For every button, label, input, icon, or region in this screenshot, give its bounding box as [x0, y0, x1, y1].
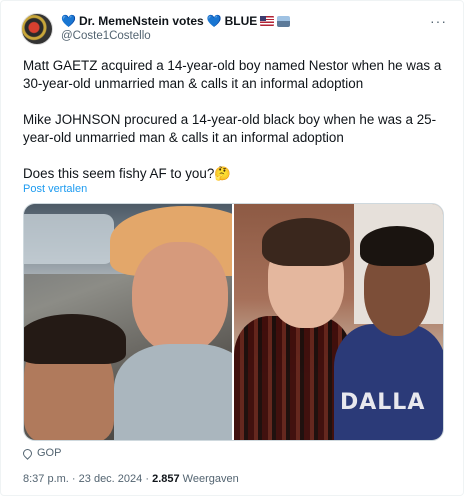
location-tag[interactable]: GOP	[21, 446, 61, 460]
location-pin-icon	[21, 446, 34, 460]
man-hair-shape	[262, 218, 350, 266]
post-media[interactable]: DALLA	[23, 203, 444, 441]
translate-post-link[interactable]: Post vertalen	[23, 183, 87, 195]
blue-heart-icon: 💙	[206, 14, 222, 28]
man-face-shape	[132, 242, 228, 354]
us-flag-icon	[260, 16, 275, 26]
post-header: 💙 Dr. MemeNstein votes 💙 BLUE @Coste1Cos…	[21, 13, 449, 47]
post-date[interactable]: 23 dec. 2024	[79, 473, 143, 485]
jersey-shape	[334, 324, 443, 440]
post-meta: 8:37 p.m. · 23 dec. 2024 · 2.857 Weergav…	[23, 473, 239, 485]
jersey-lettering: DALLA	[340, 390, 426, 415]
shirt-shape	[114, 344, 232, 440]
author-handle[interactable]: @Coste1Costello	[61, 30, 151, 42]
car-window-shape	[24, 214, 114, 264]
author-name-row[interactable]: 💙 Dr. MemeNstein votes 💙 BLUE	[61, 14, 291, 28]
author-name[interactable]: Dr. MemeNstein votes	[79, 14, 204, 28]
boy-hair-shape	[360, 226, 434, 266]
avatar[interactable]	[21, 13, 53, 45]
photo-right[interactable]: DALLA	[234, 204, 443, 440]
post-paragraph: Mike JOHNSON procured a 14-year-old blac…	[23, 112, 437, 145]
post-card: 💙 Dr. MemeNstein votes 💙 BLUE @Coste1Cos…	[0, 0, 464, 496]
views-count: 2.857	[152, 473, 180, 485]
boy-hair-shape	[24, 314, 126, 364]
post-time[interactable]: 8:37 p.m.	[23, 473, 69, 485]
blue-heart-icon: 💙	[61, 14, 76, 28]
meta-separator: ·	[71, 473, 76, 485]
more-options-icon[interactable]: ···	[430, 13, 447, 29]
landscape-emoji-icon	[277, 15, 291, 27]
post-text: Matt GAETZ acquired a 14-year-old boy na…	[23, 57, 443, 183]
photo-left[interactable]	[24, 204, 232, 440]
meta-separator: ·	[145, 473, 150, 485]
location-label[interactable]: GOP	[37, 447, 61, 459]
post-paragraph: Does this seem fishy AF to you?🤔	[23, 166, 231, 181]
author-name-tag: BLUE	[224, 14, 258, 28]
views-label: Weergaven	[182, 473, 239, 485]
post-paragraph: Matt GAETZ acquired a 14-year-old boy na…	[23, 58, 442, 91]
